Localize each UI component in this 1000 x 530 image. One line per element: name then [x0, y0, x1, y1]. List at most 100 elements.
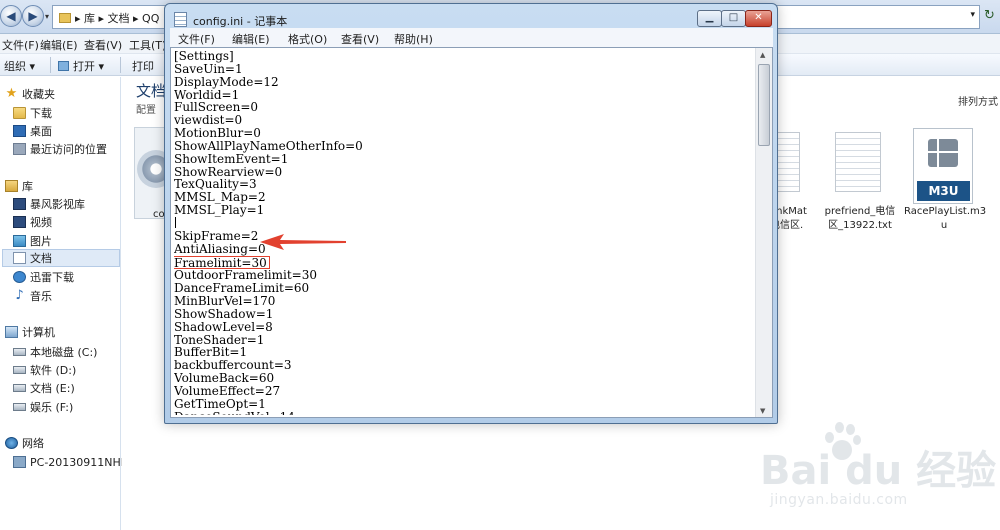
- maximize-button[interactable]: □: [721, 10, 746, 27]
- menu-tools[interactable]: 工具(T): [129, 37, 166, 53]
- forward-button[interactable]: ▶: [22, 5, 44, 27]
- nav-item-drive-c[interactable]: 本地磁盘 (C:): [13, 343, 97, 361]
- nav-computer-header[interactable]: 计算机: [5, 323, 55, 341]
- nav-label: 文档: [30, 252, 52, 265]
- nav-network-header[interactable]: 网络: [5, 434, 44, 452]
- library-title: 文档: [136, 82, 167, 100]
- text-line: DisplayMode=12: [174, 74, 279, 89]
- text-line: Worldid=1: [174, 87, 240, 102]
- text-line: ShowAllPlayNameOtherInfo=0: [174, 138, 363, 153]
- scroll-down-icon[interactable]: ▼: [760, 407, 765, 415]
- libraries-icon: [5, 180, 18, 192]
- annotation-arrow-icon: [260, 234, 346, 250]
- file-name[interactable]: RacePlayList.m3 u: [904, 205, 987, 233]
- text-line: VolumeEffect=27: [174, 383, 281, 398]
- nav-label: PC-20130911NHRX: [30, 455, 136, 469]
- address-field-continued[interactable]: ▾: [775, 5, 980, 29]
- menu-help[interactable]: 帮助(H): [394, 31, 433, 47]
- menu-file[interactable]: 文件(F): [2, 37, 39, 53]
- text-file-icon[interactable]: [835, 132, 881, 192]
- text-line: SaveUin=1: [174, 61, 243, 76]
- watermark-url: jingyan.baidu.com: [770, 492, 908, 508]
- nav-label: 图片: [30, 235, 52, 248]
- file-name: co: [153, 209, 165, 220]
- close-button[interactable]: ✕: [745, 10, 772, 27]
- history-dropdown-icon[interactable]: ▾: [45, 12, 49, 21]
- toolbar-divider: [50, 57, 51, 73]
- back-button[interactable]: ◀: [0, 5, 22, 27]
- folder-icon: [59, 13, 71, 23]
- text-line: MotionBlur=0: [174, 126, 261, 141]
- menu-format[interactable]: 格式(O): [288, 31, 327, 47]
- nav-item-xunlei-downloads[interactable]: 迅雷下载: [13, 268, 74, 286]
- nav-item-videos[interactable]: 视频: [13, 213, 52, 231]
- file-name-line: 区_13922.txt: [828, 220, 892, 231]
- nav-item-downloads[interactable]: 下载: [13, 104, 52, 122]
- file-name[interactable]: prefriend_电信 区_13922.txt: [820, 205, 900, 233]
- nav-item-drive-d[interactable]: 软件 (D:): [13, 361, 76, 379]
- minimize-button[interactable]: ▁: [697, 10, 722, 27]
- file-name-line: RacePlayList.m3: [904, 206, 987, 217]
- nav-label: 本地磁盘 (C:): [30, 346, 98, 359]
- menu-view[interactable]: 查看(V): [341, 31, 379, 47]
- nav-item-documents[interactable]: 文档: [2, 249, 120, 267]
- navigation-pane: ★ 收藏夹 下载 桌面 最近访问的位置 库 暴风影视库 视频 图片 文档 迅雷下载…: [0, 77, 136, 530]
- address-path: ▸ 库 ▸ 文档 ▸ QQ: [75, 12, 160, 25]
- downloads-folder-icon: [13, 107, 26, 119]
- nav-label: 软件 (D:): [30, 364, 77, 377]
- address-dropdown-icon[interactable]: ▾: [970, 10, 975, 20]
- nav-label: 桌面: [30, 125, 52, 138]
- m3u-badge: M3U: [917, 181, 970, 201]
- watermark-brand: Bai du 经验: [760, 448, 997, 494]
- print-button[interactable]: 打印: [132, 58, 154, 74]
- nav-item-music[interactable]: ♪ 音乐: [13, 287, 52, 305]
- m3u-file-icon[interactable]: M3U: [913, 128, 973, 204]
- text-line: [Settings]: [174, 50, 234, 63]
- scrollbar-thumb[interactable]: [758, 64, 770, 146]
- xunlei-download-icon: [13, 271, 26, 283]
- arrange-by-dropdown[interactable]: 排列方式: [958, 93, 998, 108]
- menu-view[interactable]: 查看(V): [84, 37, 122, 53]
- menu-file[interactable]: 文件(F): [178, 31, 215, 47]
- nav-label: 娱乐 (F:): [30, 401, 74, 414]
- vertical-scrollbar[interactable]: ▲ ▼: [755, 48, 772, 417]
- notepad-menu-bar: 文件(F) 编辑(E) 格式(O) 查看(V) 帮助(H): [170, 28, 773, 47]
- menu-edit[interactable]: 编辑(E): [232, 31, 270, 47]
- pictures-icon: [13, 235, 26, 247]
- baofeng-library-icon: [13, 198, 26, 210]
- nav-label: 暴风影视库: [30, 198, 85, 211]
- open-icon: [58, 61, 69, 71]
- nav-item-recent-places[interactable]: 最近访问的位置: [13, 140, 107, 158]
- computer-icon: [5, 326, 18, 338]
- open-button[interactable]: 打开 ▾: [58, 58, 104, 74]
- scroll-up-icon[interactable]: ▲: [760, 51, 765, 59]
- nav-item-pictures[interactable]: 图片: [13, 232, 52, 250]
- text-line: ShowItemEvent=1: [174, 151, 289, 166]
- nav-item-drive-f[interactable]: 娱乐 (F:): [13, 398, 73, 416]
- drive-icon: [13, 403, 26, 411]
- baidu-jingyan-watermark: Bai du 经验 jingyan.baidu.com: [760, 420, 1000, 530]
- text-line: viewdist=0: [174, 113, 243, 128]
- nav-label: 计算机: [22, 326, 55, 339]
- nav-label: 音乐: [30, 290, 52, 303]
- text-line: VolumeBack=60: [174, 371, 275, 386]
- text-line: MinBlurVel=170: [174, 294, 276, 309]
- nav-favorites-header[interactable]: ★ 收藏夹: [5, 85, 55, 103]
- nav-item-drive-e[interactable]: 文档 (E:): [13, 379, 75, 397]
- address-path-field[interactable]: ▸ 库 ▸ 文档 ▸ QQ: [52, 5, 172, 29]
- refresh-icon[interactable]: ↻: [984, 8, 995, 23]
- text-line: MMSL_Play=1: [174, 203, 265, 218]
- menu-edit[interactable]: 编辑(E): [40, 37, 78, 53]
- nav-libraries-header[interactable]: 库: [5, 177, 33, 195]
- nav-item-network-pc[interactable]: PC-20130911NHRX: [13, 453, 136, 471]
- organize-button[interactable]: 组织 ▾: [4, 58, 35, 74]
- text-line: ShowRearview=0: [174, 164, 283, 179]
- nav-item-desktop[interactable]: 桌面: [13, 122, 52, 140]
- nav-item-baofeng-library[interactable]: 暴风影视库: [13, 195, 85, 213]
- nav-label: 收藏夹: [22, 88, 55, 101]
- notepad-window: config.ini - 记事本 ▁ □ ✕ 文件(F) 编辑(E) 格式(O)…: [164, 3, 778, 424]
- nav-label: 下载: [30, 107, 52, 120]
- videos-icon: [13, 216, 26, 228]
- film-strip-icon: [928, 139, 958, 167]
- system-drive-icon: [13, 348, 26, 356]
